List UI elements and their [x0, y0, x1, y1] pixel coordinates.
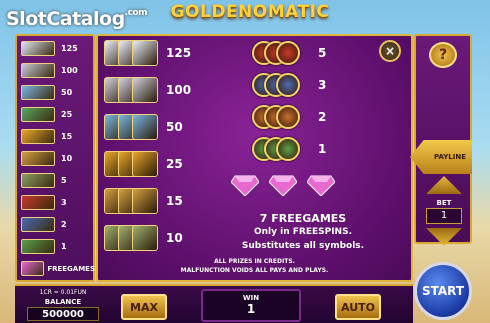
left-paytable-value: FREEGAMES	[47, 264, 95, 273]
paytable-panel: × 7 FREEGAMES Only in FREESPINS. Substit…	[96, 34, 413, 282]
rules-line2: MALFUNCTION VOIDS ALL PAYS AND PLAYS.	[180, 267, 329, 274]
left-paytable-value: 5	[61, 176, 67, 185]
blue-coin-icon	[21, 217, 55, 232]
gold-bars-symbol-group	[104, 186, 160, 216]
payout-value: 5	[318, 46, 327, 60]
left-paytable-row: 1	[21, 236, 95, 257]
yacht-symbol-group	[104, 38, 160, 68]
payout-value: 10	[166, 231, 183, 245]
blue-coin-symbol-group	[252, 70, 308, 100]
boat-icon	[21, 85, 55, 100]
win-label: WIN	[242, 294, 260, 302]
payout-value: 1	[318, 142, 327, 156]
left-paytable-value: 15	[61, 132, 73, 141]
payout-value: 100	[166, 83, 192, 97]
payout-value: 125	[166, 46, 192, 60]
left-paytable: 125 100 50 25 15 10 5 3 2 1 FREEGAMES	[15, 34, 95, 282]
left-paytable-row: 5	[21, 170, 95, 191]
payout-value: 2	[318, 110, 327, 124]
sports-car-icon	[132, 151, 158, 177]
right-control-panel: ? PAYLINE BET 1	[410, 34, 472, 246]
freegames-line2: Substitutes all symbols.	[241, 241, 365, 251]
limo-symbol-group	[104, 75, 160, 105]
watermark-text: SlotCatalog	[6, 8, 125, 30]
boat-icon	[132, 114, 158, 140]
left-paytable-value: 10	[61, 154, 73, 163]
left-paytable-row: 100	[21, 60, 95, 81]
left-paytable-row: 10	[21, 148, 95, 169]
left-paytable-value: 3	[61, 198, 67, 207]
gold-bars-icon	[21, 151, 55, 166]
game-title: GOLDENOMATIC	[170, 2, 330, 22]
left-paytable-row: FREEGAMES	[21, 258, 95, 279]
left-paytable-row: 125	[21, 38, 95, 59]
bronze-coin-icon	[276, 105, 300, 129]
green-coin-icon	[276, 137, 300, 161]
diamond-icon	[269, 175, 297, 196]
bottom-bar: 1CR = 0.01FUN BALANCE 500000 MAX WIN 1 A…	[15, 284, 413, 323]
green-coin-symbol-group	[252, 134, 308, 164]
payout-value: 25	[166, 157, 183, 171]
left-paytable-value: 25	[61, 110, 73, 119]
help-button[interactable]: ?	[429, 42, 457, 68]
left-paytable-value: 1	[61, 242, 67, 251]
freegames-title: 7 FREEGAMES	[259, 212, 347, 225]
left-paytable-row: 50	[21, 82, 95, 103]
left-paytable-row: 15	[21, 126, 95, 147]
bet-value: 1	[426, 208, 462, 224]
win-value: 1	[246, 302, 256, 316]
freegames-line1: Only in FREESPINS.	[253, 227, 352, 237]
diamond-icon	[307, 175, 335, 196]
slotcatalog-watermark: SlotCatalog.com	[6, 8, 148, 30]
cash-icon	[21, 173, 55, 188]
boat-symbol-group	[104, 112, 160, 142]
balance-label: BALANCE	[44, 298, 82, 306]
left-paytable-value: 50	[61, 88, 73, 97]
payout-value: 3	[318, 78, 327, 92]
balance-value: 500000	[27, 307, 99, 321]
cash-symbol-group	[104, 223, 160, 253]
left-paytable-row: 3	[21, 192, 95, 213]
left-paytable-row: 25	[21, 104, 95, 125]
auto-button[interactable]: AUTO	[335, 294, 381, 320]
left-paytable-row: 2	[21, 214, 95, 235]
bet-down-arrow-icon[interactable]	[426, 228, 462, 246]
yacht-icon	[21, 41, 55, 56]
gold-bars-icon	[132, 188, 158, 214]
blue-coin-icon	[276, 73, 300, 97]
bet-up-arrow-icon[interactable]	[426, 176, 462, 194]
green-coin-icon	[21, 239, 55, 254]
payline-button[interactable]: PAYLINE	[410, 140, 472, 174]
bet-label: BET	[436, 199, 452, 207]
max-bet-button[interactable]: MAX	[121, 294, 167, 320]
diamond-icon	[21, 261, 45, 276]
ruby-coin-symbol-group	[252, 38, 308, 68]
payline-label: PAYLINE	[433, 153, 466, 161]
sports-car-icon	[21, 129, 55, 144]
ruby-coin-icon	[276, 41, 300, 65]
left-paytable-value: 125	[61, 44, 78, 53]
sports-car-symbol-group	[104, 149, 160, 179]
bronze-coin-symbol-group	[252, 102, 308, 132]
diamond-icon	[231, 175, 259, 196]
payout-value: 15	[166, 194, 183, 208]
ruby-coin-icon	[21, 195, 55, 210]
left-paytable-value: 2	[61, 220, 67, 229]
payout-value: 50	[166, 120, 183, 134]
villa-icon	[21, 107, 55, 122]
start-button[interactable]: START	[414, 262, 472, 320]
rules-line1: ALL PRIZES IN CREDITS.	[214, 258, 295, 265]
cash-icon	[132, 225, 158, 251]
watermark-suffix: .com	[124, 8, 148, 18]
diamond-symbol-group	[231, 174, 345, 196]
left-paytable-value: 100	[61, 66, 78, 75]
yacht-icon	[132, 40, 158, 66]
close-button[interactable]: ×	[379, 40, 401, 62]
limo-icon	[132, 77, 158, 103]
win-display: WIN 1	[201, 289, 301, 322]
limo-icon	[21, 63, 55, 78]
credit-rate: 1CR = 0.01FUN	[39, 289, 87, 296]
